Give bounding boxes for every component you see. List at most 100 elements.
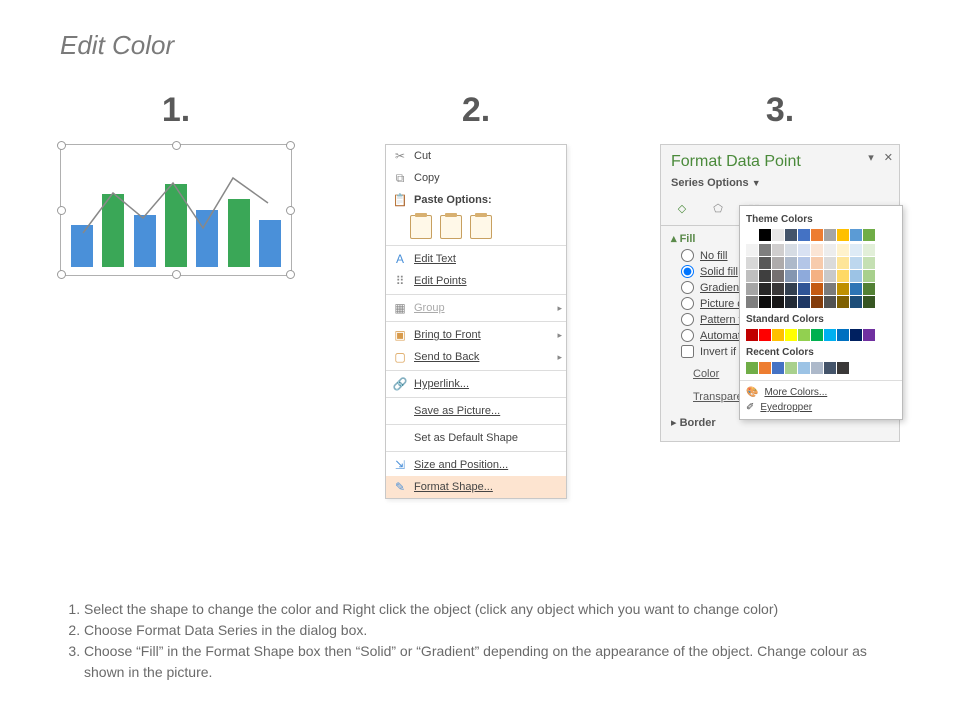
color-swatch[interactable] bbox=[798, 296, 810, 308]
paste-option-2[interactable] bbox=[440, 215, 462, 239]
color-swatch[interactable] bbox=[850, 257, 862, 269]
color-swatch[interactable] bbox=[850, 296, 862, 308]
color-swatch[interactable] bbox=[785, 296, 797, 308]
color-swatch[interactable] bbox=[746, 296, 758, 308]
color-swatch[interactable] bbox=[746, 329, 758, 341]
color-swatch[interactable] bbox=[863, 296, 875, 308]
color-swatch[interactable] bbox=[746, 362, 758, 374]
color-swatch[interactable] bbox=[811, 244, 823, 256]
paste-option-3[interactable] bbox=[470, 215, 492, 239]
color-swatch[interactable] bbox=[798, 329, 810, 341]
color-swatch[interactable] bbox=[772, 244, 784, 256]
color-swatch[interactable] bbox=[746, 229, 758, 241]
color-swatch[interactable] bbox=[746, 283, 758, 295]
color-swatch[interactable] bbox=[824, 329, 836, 341]
series-options-dropdown[interactable]: Series Options ▼ bbox=[671, 177, 889, 189]
color-swatch[interactable] bbox=[798, 283, 810, 295]
menu-send-back[interactable]: ▢Send to Back▸ bbox=[386, 346, 566, 368]
more-colors[interactable]: 🎨More Colors... bbox=[746, 387, 896, 398]
menu-edit-text[interactable]: AEdit Text bbox=[386, 248, 566, 270]
color-swatch[interactable] bbox=[850, 270, 862, 282]
color-swatch[interactable] bbox=[772, 296, 784, 308]
color-swatch[interactable] bbox=[759, 270, 771, 282]
color-swatch[interactable] bbox=[811, 229, 823, 241]
color-swatch[interactable] bbox=[837, 270, 849, 282]
eyedropper[interactable]: ✐Eyedropper bbox=[746, 402, 896, 413]
color-swatch[interactable] bbox=[837, 362, 849, 374]
color-swatch[interactable] bbox=[824, 362, 836, 374]
color-swatch[interactable] bbox=[863, 329, 875, 341]
color-swatch[interactable] bbox=[824, 270, 836, 282]
color-swatch[interactable] bbox=[785, 270, 797, 282]
color-swatch[interactable] bbox=[850, 244, 862, 256]
menu-size-position[interactable]: ⇲Size and Position... bbox=[386, 454, 566, 476]
color-swatch[interactable] bbox=[759, 329, 771, 341]
color-swatch[interactable] bbox=[772, 329, 784, 341]
color-swatch[interactable] bbox=[772, 283, 784, 295]
color-swatch[interactable] bbox=[798, 244, 810, 256]
menu-bring-front[interactable]: ▣Bring to Front▸ bbox=[386, 324, 566, 346]
color-swatch[interactable] bbox=[863, 270, 875, 282]
color-swatch[interactable] bbox=[811, 257, 823, 269]
close-icon[interactable]: ✕ bbox=[884, 151, 893, 164]
color-swatch[interactable] bbox=[824, 296, 836, 308]
color-swatch[interactable] bbox=[837, 257, 849, 269]
color-swatch[interactable] bbox=[746, 257, 758, 269]
color-swatch[interactable] bbox=[785, 229, 797, 241]
color-swatch[interactable] bbox=[798, 257, 810, 269]
color-swatch[interactable] bbox=[772, 270, 784, 282]
color-swatch[interactable] bbox=[824, 244, 836, 256]
paste-option-1[interactable] bbox=[410, 215, 432, 239]
color-swatch[interactable] bbox=[837, 244, 849, 256]
menu-hyperlink[interactable]: 🔗Hyperlink... bbox=[386, 373, 566, 395]
color-swatch[interactable] bbox=[811, 362, 823, 374]
color-swatch[interactable] bbox=[772, 229, 784, 241]
color-swatch[interactable] bbox=[837, 229, 849, 241]
color-swatch[interactable] bbox=[759, 283, 771, 295]
color-swatch[interactable] bbox=[785, 329, 797, 341]
color-swatch[interactable] bbox=[798, 362, 810, 374]
color-swatch[interactable] bbox=[798, 229, 810, 241]
panel-menu-icon[interactable]: ▾ bbox=[868, 151, 874, 164]
color-swatch[interactable] bbox=[759, 244, 771, 256]
color-swatch[interactable] bbox=[824, 257, 836, 269]
color-swatch[interactable] bbox=[772, 257, 784, 269]
menu-group[interactable]: ▦Group▸ bbox=[386, 297, 566, 319]
color-swatch[interactable] bbox=[837, 283, 849, 295]
color-swatch[interactable] bbox=[811, 283, 823, 295]
color-swatch[interactable] bbox=[785, 244, 797, 256]
color-swatch[interactable] bbox=[759, 296, 771, 308]
color-swatch[interactable] bbox=[837, 296, 849, 308]
color-swatch[interactable] bbox=[863, 283, 875, 295]
color-swatch[interactable] bbox=[824, 283, 836, 295]
color-swatch[interactable] bbox=[811, 296, 823, 308]
color-swatch[interactable] bbox=[746, 244, 758, 256]
color-swatch[interactable] bbox=[785, 283, 797, 295]
color-swatch[interactable] bbox=[798, 270, 810, 282]
tab-fill-line[interactable]: ◇ bbox=[671, 197, 693, 219]
color-swatch[interactable] bbox=[746, 270, 758, 282]
color-swatch[interactable] bbox=[863, 257, 875, 269]
color-swatch[interactable] bbox=[850, 229, 862, 241]
color-swatch[interactable] bbox=[811, 329, 823, 341]
color-swatch[interactable] bbox=[863, 229, 875, 241]
color-swatch[interactable] bbox=[850, 329, 862, 341]
color-swatch[interactable] bbox=[759, 362, 771, 374]
color-swatch[interactable] bbox=[759, 229, 771, 241]
menu-copy[interactable]: ⧉Copy bbox=[386, 167, 566, 189]
menu-cut[interactable]: ✂Cut bbox=[386, 145, 566, 167]
selected-chart[interactable] bbox=[60, 144, 292, 276]
menu-edit-points[interactable]: ⠿Edit Points bbox=[386, 270, 566, 292]
color-swatch[interactable] bbox=[772, 362, 784, 374]
color-swatch[interactable] bbox=[811, 270, 823, 282]
color-swatch[interactable] bbox=[785, 257, 797, 269]
color-swatch[interactable] bbox=[863, 244, 875, 256]
color-swatch[interactable] bbox=[824, 229, 836, 241]
color-swatch[interactable] bbox=[837, 329, 849, 341]
color-swatch[interactable] bbox=[785, 362, 797, 374]
color-swatch[interactable] bbox=[759, 257, 771, 269]
menu-save-picture[interactable]: Save as Picture... bbox=[386, 400, 566, 422]
menu-format-shape[interactable]: ✎Format Shape... bbox=[386, 476, 566, 498]
menu-default-shape[interactable]: Set as Default Shape bbox=[386, 427, 566, 449]
color-swatch[interactable] bbox=[850, 283, 862, 295]
